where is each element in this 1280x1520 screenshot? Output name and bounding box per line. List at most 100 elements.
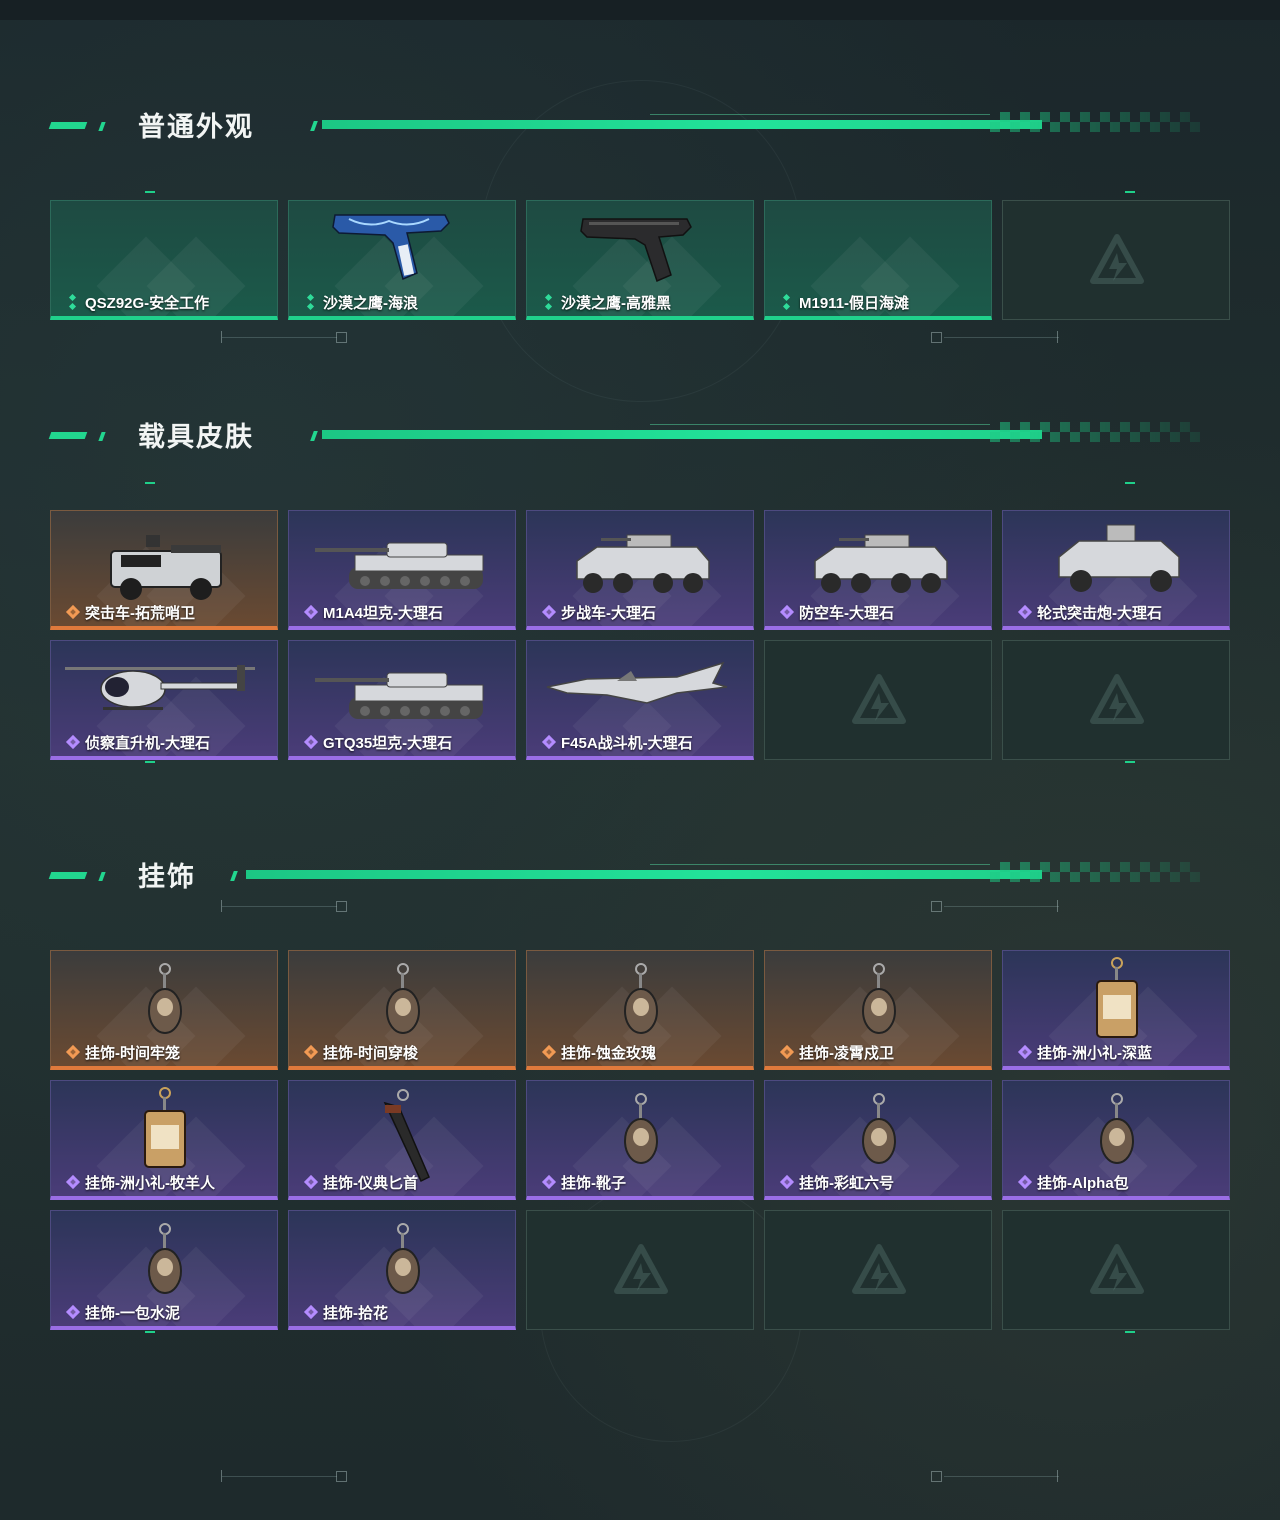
item-label: 挂饰-一包水泥 xyxy=(65,1302,180,1322)
header-accent xyxy=(310,431,318,441)
rarity-purple-icon xyxy=(65,734,81,750)
rarity-purple-icon xyxy=(303,1304,319,1320)
item-card[interactable]: 挂饰-洲小礼-牧羊人 xyxy=(50,1080,278,1200)
ruler-square xyxy=(931,901,942,912)
item-label: 沙漠之鹰-高雅黑 xyxy=(541,292,671,312)
item-name: 挂饰-洲小礼-深蓝 xyxy=(1037,1044,1152,1062)
rarity-purple-icon xyxy=(303,1174,319,1190)
delta-logo-icon xyxy=(849,673,909,733)
item-name: 挂饰-洲小礼-牧羊人 xyxy=(85,1174,215,1192)
section-title: 载具皮肤 xyxy=(138,422,254,452)
empty-slot xyxy=(764,640,992,760)
item-name: 防空车-大理石 xyxy=(799,604,894,622)
ruler-line xyxy=(222,337,337,338)
item-label: M1911-假日海滩 xyxy=(779,292,909,312)
empty-slot xyxy=(1002,200,1230,320)
item-name: 挂饰-靴子 xyxy=(561,1174,626,1192)
section-header-skins: 普通外观 xyxy=(48,112,1200,142)
rarity-purple-icon xyxy=(65,1174,81,1190)
item-card[interactable]: 突击车-拓荒哨卫 xyxy=(50,510,278,630)
item-card[interactable]: M1A4坦克-大理石 xyxy=(288,510,516,630)
ruler-line xyxy=(944,906,1059,907)
item-label: 沙漠之鹰-海浪 xyxy=(303,292,418,312)
rarity-purple-icon xyxy=(1017,1044,1033,1060)
rarity-purple-icon xyxy=(541,604,557,620)
rarity-orange-icon xyxy=(541,1044,557,1060)
header-accent xyxy=(98,122,106,131)
item-name: 侦察直升机-大理石 xyxy=(85,734,210,752)
header-checker xyxy=(990,422,1200,442)
item-name: 挂饰-时间牢笼 xyxy=(85,1044,180,1062)
ruler-square xyxy=(336,1471,347,1482)
ruler-square xyxy=(931,332,942,343)
item-card[interactable]: QSZ92G-安全工作 xyxy=(50,200,278,320)
item-card[interactable]: 轮式突击炮-大理石 xyxy=(1002,510,1230,630)
item-name: 挂饰-时间穿梭 xyxy=(323,1044,418,1062)
item-card[interactable]: 防空车-大理石 xyxy=(764,510,992,630)
item-card[interactable]: 挂饰-彩虹六号 xyxy=(764,1080,992,1200)
item-card[interactable]: 挂饰-Alpha包 xyxy=(1002,1080,1230,1200)
item-label: 挂饰-仪典匕首 xyxy=(303,1172,418,1192)
item-label: 步战车-大理石 xyxy=(541,602,656,622)
item-card[interactable]: 步战车-大理石 xyxy=(526,510,754,630)
rarity-purple-icon xyxy=(541,734,557,750)
rarity-purple-icon xyxy=(1017,604,1033,620)
item-card[interactable]: 挂饰-一包水泥 xyxy=(50,1210,278,1330)
item-card[interactable]: 挂饰-时间牢笼 xyxy=(50,950,278,1070)
item-card[interactable]: 侦察直升机-大理石 xyxy=(50,640,278,760)
ruler-tick xyxy=(221,900,222,912)
rarity-orange-icon xyxy=(65,604,81,620)
item-name: GTQ35坦克-大理石 xyxy=(323,734,453,752)
item-label: 挂饰-时间穿梭 xyxy=(303,1042,418,1062)
empty-slot xyxy=(1002,1210,1230,1330)
header-checker xyxy=(990,862,1200,882)
rarity-orange-icon xyxy=(65,1044,81,1060)
rarity-green-icon xyxy=(65,293,81,311)
item-name: QSZ92G-安全工作 xyxy=(85,294,210,312)
item-label: 突击车-拓荒哨卫 xyxy=(65,602,195,622)
item-card[interactable]: 挂饰-仪典匕首 xyxy=(288,1080,516,1200)
skins-grid: QSZ92G-安全工作 沙漠之鹰-海浪 沙漠之鹰-高雅黑 M1911-假日海滩 xyxy=(50,200,1230,320)
item-card[interactable]: 挂饰-拾花 xyxy=(288,1210,516,1330)
rarity-orange-icon xyxy=(303,1044,319,1060)
item-card[interactable]: 沙漠之鹰-高雅黑 xyxy=(526,200,754,320)
item-card[interactable]: F45A战斗机-大理石 xyxy=(526,640,754,760)
header-accent xyxy=(48,122,88,129)
item-label: M1A4坦克-大理石 xyxy=(303,602,443,622)
item-label: 挂饰-蚀金玫瑰 xyxy=(541,1042,656,1062)
ruler-tick xyxy=(1057,331,1058,343)
item-card[interactable]: 沙漠之鹰-海浪 xyxy=(288,200,516,320)
deco-dash xyxy=(1125,1331,1135,1333)
delta-logo-icon xyxy=(611,1243,671,1303)
item-card[interactable]: 挂饰-凌霄戍卫 xyxy=(764,950,992,1070)
item-label: GTQ35坦克-大理石 xyxy=(303,732,452,752)
section-header-charms: 挂饰 xyxy=(48,862,1200,892)
header-accent xyxy=(48,872,88,879)
header-thin-line xyxy=(650,424,990,425)
section-title: 挂饰 xyxy=(138,862,196,892)
item-name: 步战车-大理石 xyxy=(561,604,656,622)
rarity-purple-icon xyxy=(541,1174,557,1190)
rarity-purple-icon xyxy=(1017,1174,1033,1190)
ruler-tick xyxy=(221,331,222,343)
item-name: M1A4坦克-大理石 xyxy=(323,604,444,622)
item-name: 突击车-拓荒哨卫 xyxy=(85,604,195,622)
item-name: M1911-假日海滩 xyxy=(799,294,910,312)
deco-dash xyxy=(1125,482,1135,484)
header-bar xyxy=(322,430,1042,439)
header-thin-line xyxy=(650,864,990,865)
item-card[interactable]: 挂饰-蚀金玫瑰 xyxy=(526,950,754,1070)
item-card[interactable]: M1911-假日海滩 xyxy=(764,200,992,320)
item-label: 挂饰-彩虹六号 xyxy=(779,1172,894,1192)
deco-dash xyxy=(145,191,155,193)
item-card[interactable]: 挂饰-靴子 xyxy=(526,1080,754,1200)
item-card[interactable]: GTQ35坦克-大理石 xyxy=(288,640,516,760)
header-thin-line xyxy=(650,114,990,115)
item-card[interactable]: 挂饰-时间穿梭 xyxy=(288,950,516,1070)
item-name: 挂饰-Alpha包 xyxy=(1037,1174,1129,1192)
item-label: 侦察直升机-大理石 xyxy=(65,732,210,752)
ruler-square xyxy=(336,332,347,343)
header-bar xyxy=(246,870,1042,879)
item-card[interactable]: 挂饰-洲小礼-深蓝 xyxy=(1002,950,1230,1070)
ruler-square xyxy=(931,1471,942,1482)
